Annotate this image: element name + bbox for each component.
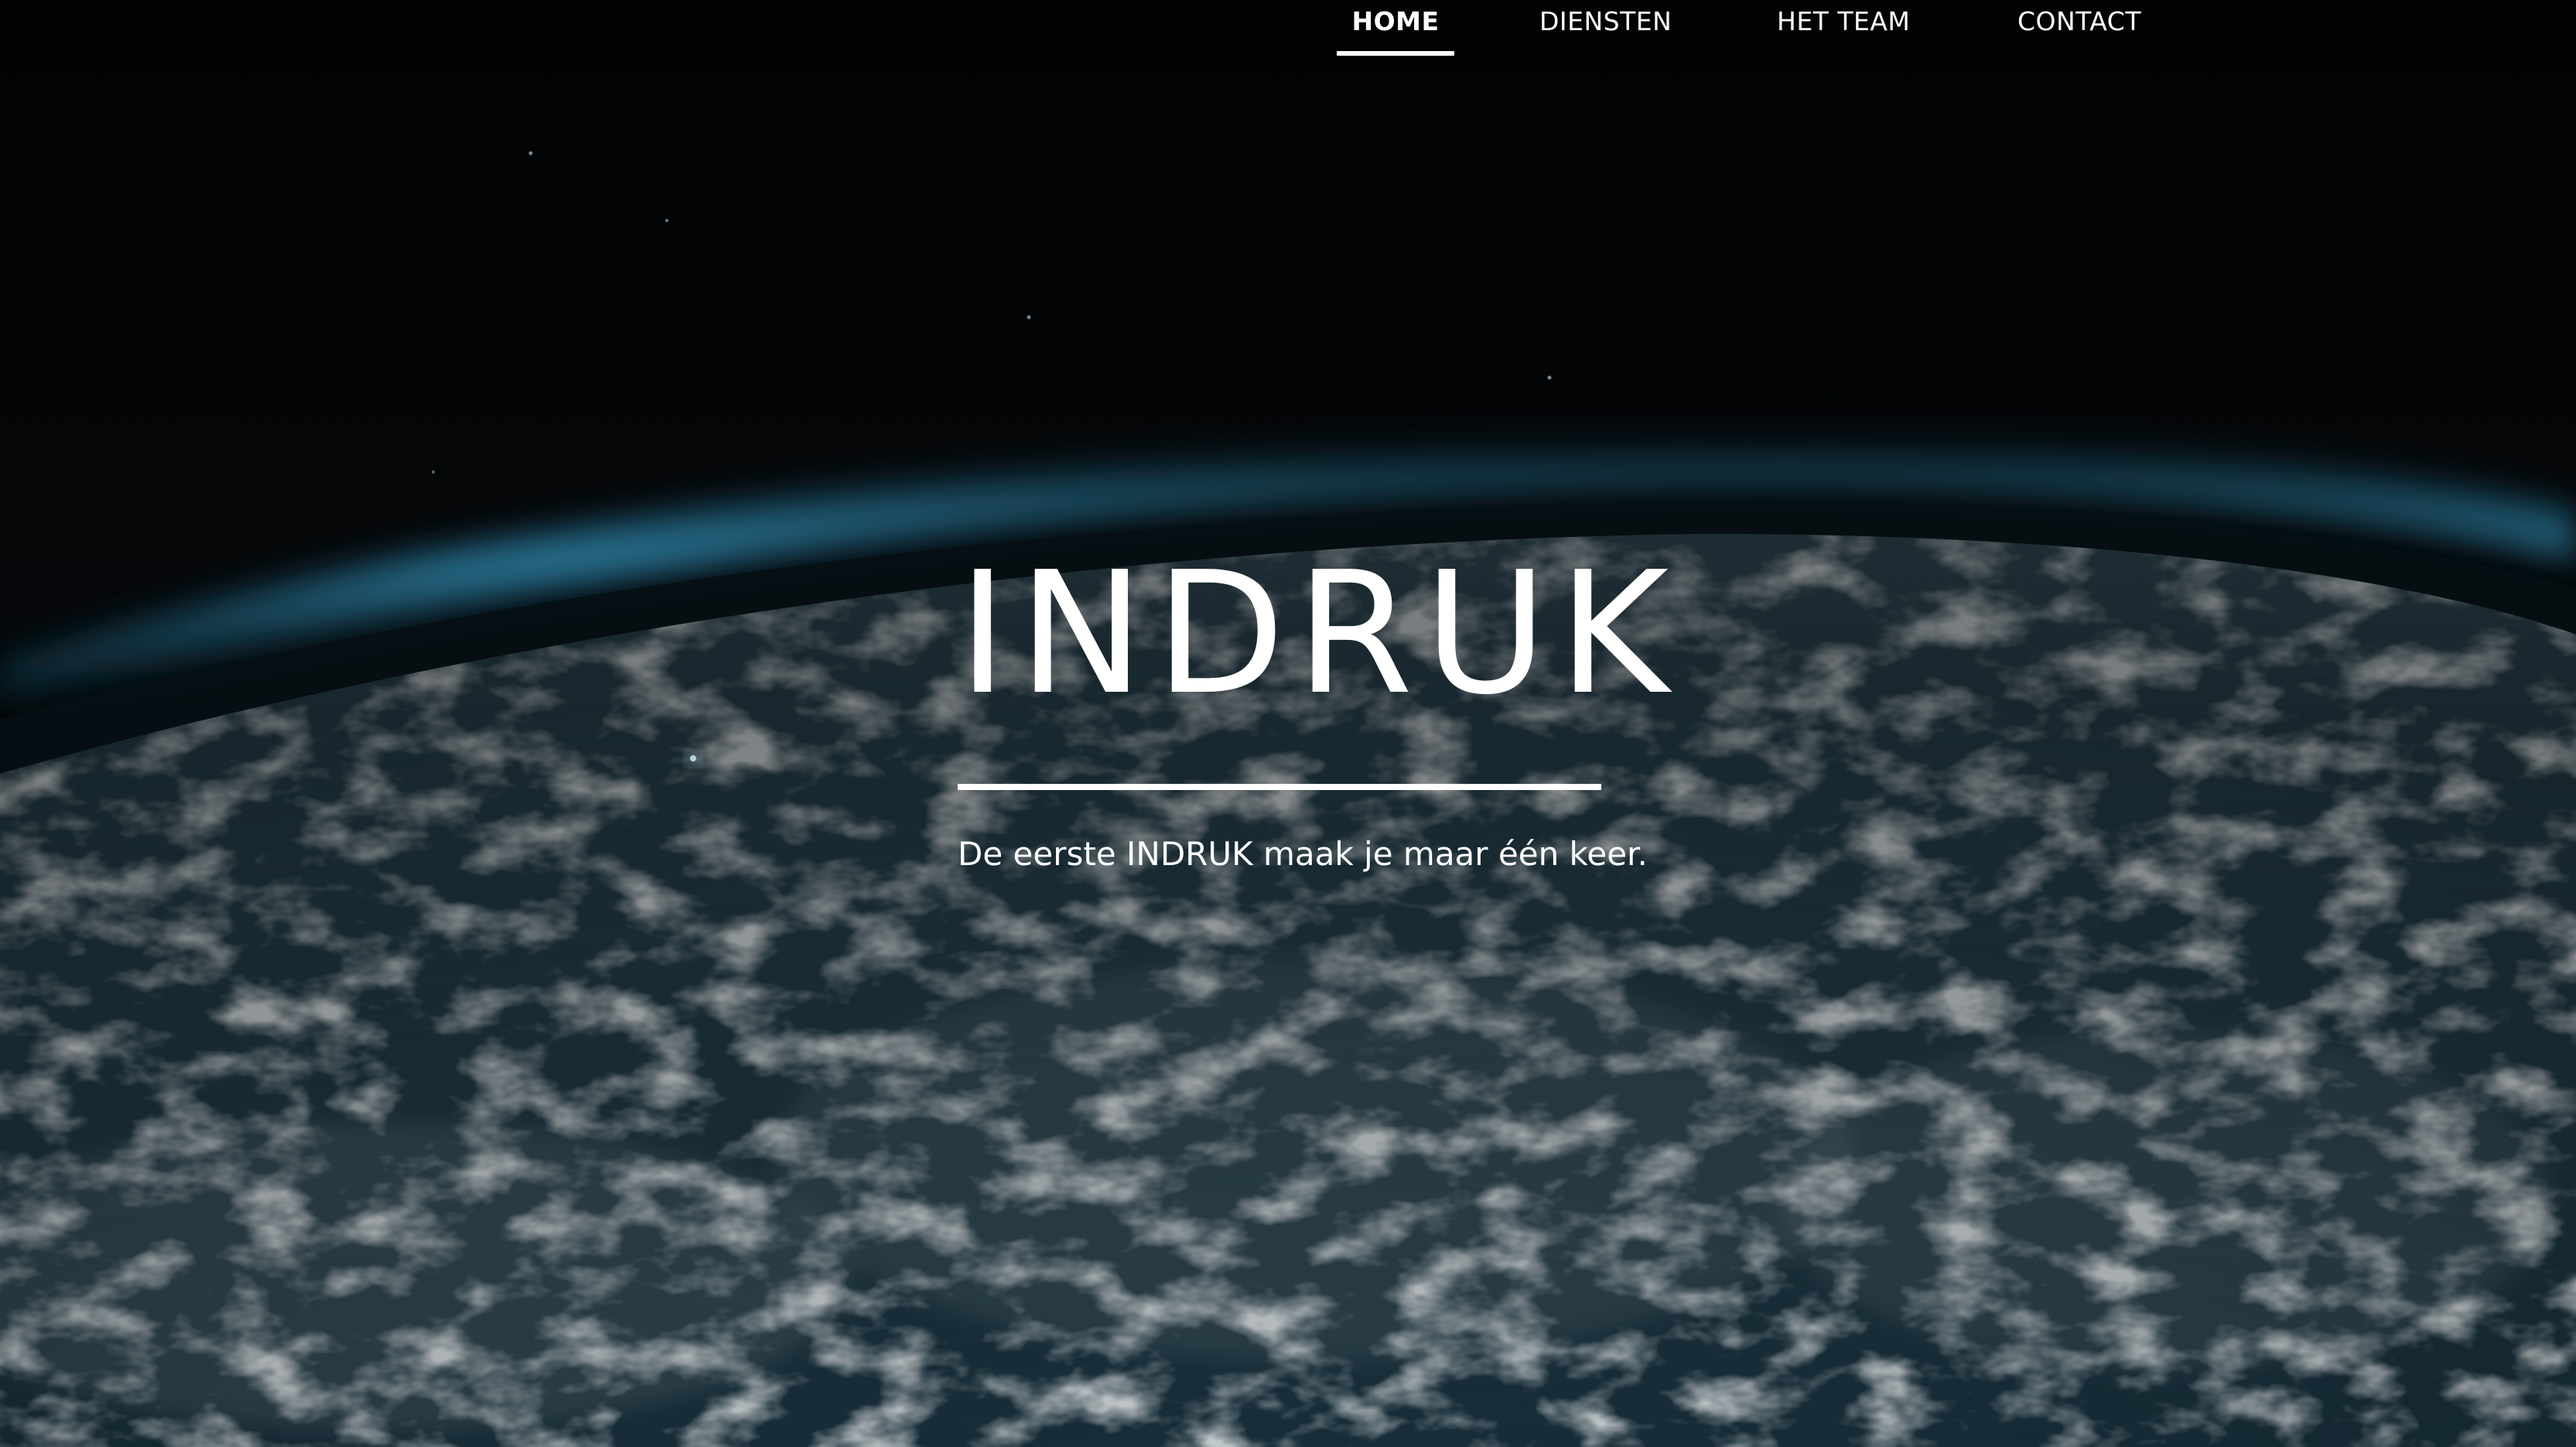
hero-divider — [958, 784, 1601, 790]
nav-item-home[interactable]: HOME — [1337, 0, 1454, 56]
page: HOME DIENSTEN HET TEAM CONTACT INDRUK De… — [0, 0, 2576, 1447]
hero-title: INDRUK — [958, 536, 1680, 732]
nav-item-het-team[interactable]: HET TEAM — [1777, 0, 1910, 56]
main-navigation: HOME DIENSTEN HET TEAM CONTACT — [1315, 0, 2212, 62]
hero-tagline: De eerste INDRUK maak je maar één keer. — [958, 835, 1648, 873]
nav-item-diensten[interactable]: DIENSTEN — [1539, 0, 1672, 56]
hero-section: INDRUK De eerste INDRUK maak je maar één… — [958, 536, 1680, 908]
nav-item-contact[interactable]: CONTACT — [2017, 0, 2141, 56]
